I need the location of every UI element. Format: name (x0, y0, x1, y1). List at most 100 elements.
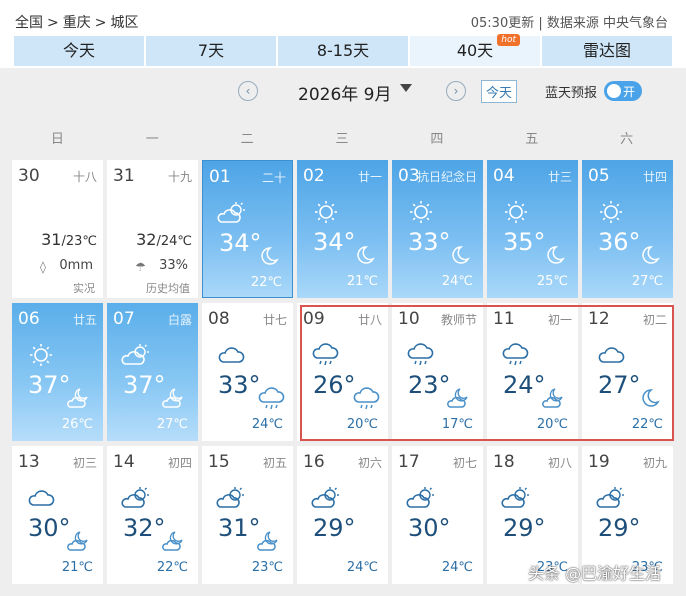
tab-label: 今天 (62, 41, 95, 60)
lunar-date: 廿三 (547, 170, 572, 184)
low-temp: 27℃ (631, 274, 663, 289)
lunar-date: 初七 (452, 456, 477, 470)
lunar-date: 初六 (357, 456, 382, 470)
temperature-range: 31/23℃ (41, 230, 97, 249)
blue-sky-toggle[interactable]: 开 (604, 81, 642, 101)
partly-cloudy-icon (406, 486, 436, 510)
chevron-down-icon[interactable] (400, 84, 412, 92)
weekday-wed: 三 (335, 132, 349, 147)
moon-icon (256, 245, 280, 267)
day-date: 06 (18, 309, 40, 329)
lunar-date: 初三 (72, 456, 97, 470)
lunar-date: 十八 (72, 170, 97, 184)
sunny-icon (596, 200, 626, 224)
day-cell-04[interactable]: 04 廿三 35° 25℃ (487, 160, 578, 298)
partly-cloudy-icon (216, 486, 246, 510)
breadcrumb-chongqing[interactable]: 重庆 (63, 15, 91, 31)
low-temp: 22℃ (156, 560, 188, 575)
partly-cloudy-icon (311, 486, 341, 510)
day-cell-16[interactable]: 16 初六 29° 24℃ (297, 446, 388, 584)
high-temp: 31 (41, 230, 62, 249)
day-date: 01 (209, 167, 231, 187)
tab-7day[interactable]: 7天 (146, 36, 276, 66)
cloudy-icon (26, 486, 56, 510)
tab-radar[interactable]: 雷达图 (542, 36, 672, 66)
weekday-fri: 五 (525, 132, 539, 147)
partly-cloudy-night-icon (67, 530, 91, 552)
day-cell-08[interactable]: 08 廿七 33° 24℃ (202, 303, 293, 441)
low-temp: /24℃ (156, 234, 192, 249)
day-date: 02 (303, 166, 325, 186)
day-cell-31[interactable]: 31 十九 32/24℃ ☂ 33% 历史均值 (107, 160, 198, 298)
low-temp: 26℃ (61, 417, 93, 432)
weekday-thu: 四 (430, 132, 444, 147)
high-temp: 36° (598, 228, 641, 256)
day-cell-05[interactable]: 05 廿四 36° 27℃ (582, 160, 673, 298)
next-month-arrow-icon[interactable]: › (446, 81, 466, 101)
top-bar: 全国 > 重庆 > 城区 05:30更新 | 数据来源 中央气象台 今天 7天 8-15… (0, 0, 686, 68)
tab-label: 40天 (456, 41, 494, 60)
low-temp: 27℃ (156, 417, 188, 432)
day-cell-13[interactable]: 13 初三 30° 21℃ (12, 446, 103, 584)
day-date: 13 (18, 452, 40, 472)
highlight-box (300, 305, 674, 441)
precipitation-value: 33% (159, 258, 188, 273)
day-date: 17 (398, 452, 420, 472)
tab-label: 雷达图 (582, 41, 631, 60)
rain-cloud-icon: ☂ (135, 260, 146, 274)
day-date: 19 (588, 452, 610, 472)
partly-cloudy-icon (121, 343, 151, 367)
lunar-date: 廿一 (357, 170, 382, 184)
lunar-date: 二十 (261, 171, 286, 185)
low-temp: 21℃ (61, 560, 93, 575)
moon-icon (542, 244, 566, 266)
today-button[interactable]: 今天 (481, 80, 518, 103)
moon-icon (447, 244, 471, 266)
rain-icon (257, 387, 285, 410)
lunar-date: 初九 (642, 456, 667, 470)
day-cell-07[interactable]: 07 白露 37° 27℃ (107, 303, 198, 441)
day-cell-01[interactable]: 01 二十 34° 22℃ (202, 160, 293, 298)
data-note: 历史均值 (146, 282, 190, 295)
day-cell-14[interactable]: 14 初四 32° 22℃ (107, 446, 198, 584)
tab-label: 7天 (197, 41, 225, 60)
data-note: 实况 (73, 282, 95, 295)
weekday-mon: 一 (145, 132, 159, 147)
day-cell-17[interactable]: 17 初七 30° 24℃ (392, 446, 483, 584)
breadcrumb: 全国 > 重庆 > 城区 (15, 12, 142, 32)
day-cell-15[interactable]: 15 初五 31° 23℃ (202, 446, 293, 584)
partly-cloudy-night-icon (67, 387, 91, 409)
day-cell-02[interactable]: 02 廿一 34° 21℃ (297, 160, 388, 298)
precipitation-value: 0mm (59, 258, 93, 273)
prev-month-arrow-icon[interactable]: ‹ (238, 81, 258, 101)
weekday-sun: 日 (50, 132, 64, 147)
low-temp: 23℃ (251, 560, 283, 575)
cloudy-icon (216, 343, 246, 367)
low-temp: 21℃ (346, 274, 378, 289)
high-temp: 35° (503, 228, 546, 256)
day-date: 31 (113, 166, 135, 186)
day-cell-30[interactable]: 30 十八 31/23℃ ◊ 0mm 实况 (12, 160, 103, 298)
high-temp: 37° (28, 371, 71, 399)
day-date: 16 (303, 452, 325, 472)
high-temp: 37° (123, 371, 166, 399)
partly-cloudy-night-icon (162, 530, 186, 552)
tab-today[interactable]: 今天 (14, 36, 144, 66)
tab-label: 8-15天 (316, 41, 370, 60)
tab-8-15day[interactable]: 8-15天 (278, 36, 408, 66)
day-cell-06[interactable]: 06 廿五 37° 26℃ (12, 303, 103, 441)
month-bar: ‹ 2026年 9月 › 今天 蓝天预报 开 (0, 72, 686, 112)
sunny-icon (26, 343, 56, 367)
weekday-tue: 二 (240, 132, 254, 147)
month-selector[interactable]: 2026年 9月 (298, 80, 391, 105)
high-temp: 29° (503, 514, 546, 542)
high-temp: 32° (123, 514, 166, 542)
breadcrumb-national[interactable]: 全国 (15, 15, 43, 31)
low-temp: 22℃ (250, 275, 282, 290)
day-cell-03[interactable]: 03 抗日纪念日 33° 24℃ (392, 160, 483, 298)
lunar-date: 十九 (167, 170, 192, 184)
sunny-icon (406, 200, 436, 224)
tab-40day[interactable]: 40天 hot (410, 34, 540, 66)
high-temp: 29° (313, 514, 356, 542)
day-date: 30 (18, 166, 40, 186)
